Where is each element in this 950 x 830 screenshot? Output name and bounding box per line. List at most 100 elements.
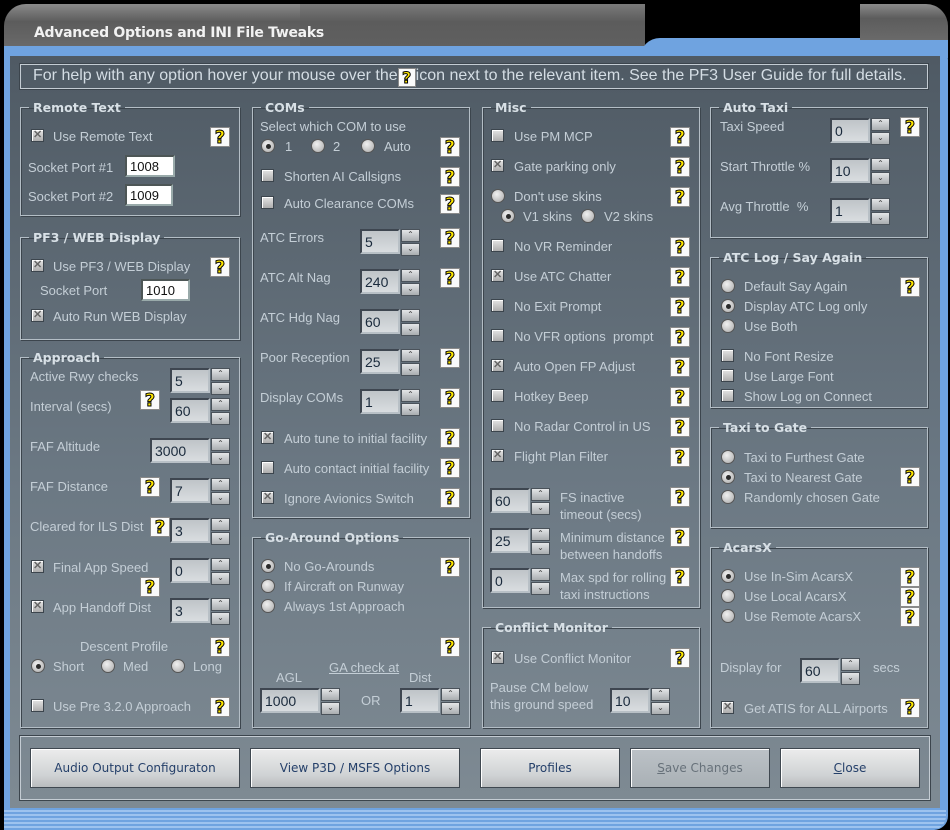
no-go-arounds-radio[interactable]: [261, 559, 275, 573]
hotkey-beep-checkbox[interactable]: [491, 389, 504, 402]
dist-spinner[interactable]: 1: [400, 688, 440, 713]
dont-use-skins-radio[interactable]: [491, 189, 505, 203]
app-handoff-down-button[interactable]: ⌄: [211, 612, 230, 625]
audio-output-button[interactable]: Audio Output Configuraton: [30, 748, 240, 788]
use-web-display-checkbox[interactable]: [31, 258, 44, 272]
faf-distance-down-button[interactable]: ⌄: [211, 492, 230, 505]
descent-med-radio[interactable]: [101, 659, 115, 673]
agl-up-button[interactable]: ⌃: [321, 688, 340, 701]
v2-skins-radio[interactable]: [581, 209, 595, 223]
help-icon-auto-open-fp[interactable]: ?: [670, 357, 690, 378]
help-icon-com-select[interactable]: ?: [440, 137, 460, 158]
min-distance-up-button[interactable]: ⌃: [531, 528, 550, 541]
use-both-radio[interactable]: [721, 319, 735, 333]
dist-down-button[interactable]: ⌄: [441, 702, 460, 715]
use-remote-text-checkbox[interactable]: [31, 128, 44, 142]
atc-alt-nag-up-button[interactable]: ⌃: [401, 269, 420, 282]
help-icon-auto-clearance[interactable]: ?: [440, 194, 460, 215]
help-icon-cleared-ils[interactable]: ?: [150, 517, 170, 538]
help-icon-pre-320[interactable]: ?: [210, 697, 230, 718]
display-for-spinner[interactable]: 60: [800, 658, 840, 683]
interval-down-button[interactable]: ⌄: [211, 412, 230, 425]
help-icon-atc-errors[interactable]: ?: [440, 228, 460, 249]
profiles-button[interactable]: Profiles: [480, 748, 620, 788]
socket-port-1-input[interactable]: 1008: [125, 155, 175, 177]
avg-throttle-spinner[interactable]: 1: [830, 198, 870, 223]
help-icon-no-exit[interactable]: ?: [670, 297, 690, 318]
final-app-speed-spinner[interactable]: 0: [170, 558, 210, 583]
pre-320-checkbox[interactable]: [31, 699, 44, 712]
descent-long-radio[interactable]: [171, 659, 185, 673]
auto-clearance-checkbox[interactable]: [261, 196, 274, 209]
help-icon-get-atis[interactable]: ?: [900, 698, 920, 719]
help-icon-ignore-avionics[interactable]: ?: [440, 488, 460, 509]
help-icon-no-vfr[interactable]: ?: [670, 327, 690, 348]
final-app-speed-checkbox[interactable]: [31, 559, 44, 573]
agl-spinner[interactable]: 1000: [260, 688, 320, 713]
socket-port-2-input[interactable]: 1009: [125, 184, 173, 206]
agl-down-button[interactable]: ⌄: [321, 702, 340, 715]
help-icon-auto-contact[interactable]: ?: [440, 458, 460, 479]
close-button[interactable]: Close: [780, 748, 920, 788]
nearest-gate-radio[interactable]: [721, 470, 735, 484]
help-icon-ga-check[interactable]: ?: [440, 637, 460, 658]
help-icon-taxi-gate[interactable]: ?: [900, 467, 920, 488]
gate-parking-checkbox[interactable]: [491, 158, 504, 172]
poor-reception-down-button[interactable]: ⌄: [401, 363, 420, 376]
atc-alt-nag-down-button[interactable]: ⌄: [401, 283, 420, 296]
atc-hdg-nag-up-button[interactable]: ⌃: [401, 309, 420, 322]
start-throttle-up-button[interactable]: ⌃: [871, 158, 890, 171]
pause-cm-spinner[interactable]: 10: [610, 688, 650, 713]
aircraft-on-runway-radio[interactable]: [261, 579, 275, 593]
use-conflict-monitor-checkbox[interactable]: [491, 650, 504, 664]
use-pm-mcp-checkbox[interactable]: [491, 129, 504, 142]
active-rwy-checks-spinner[interactable]: 5: [170, 368, 210, 393]
display-for-down-button[interactable]: ⌄: [841, 672, 860, 685]
help-icon-gate-parking[interactable]: ?: [670, 157, 690, 178]
help-icon-hotkey-beep[interactable]: ?: [670, 387, 690, 408]
pause-cm-up-button[interactable]: ⌃: [651, 688, 670, 701]
default-say-again-radio[interactable]: [721, 279, 735, 293]
app-handoff-up-button[interactable]: ⌃: [211, 598, 230, 611]
display-coms-up-button[interactable]: ⌃: [401, 389, 420, 402]
display-atc-log-radio[interactable]: [721, 299, 735, 313]
taxi-speed-up-button[interactable]: ⌃: [871, 118, 890, 131]
start-throttle-spinner[interactable]: 10: [830, 158, 870, 183]
cleared-ils-spinner[interactable]: 3: [170, 518, 210, 543]
help-icon-faf-distance[interactable]: ?: [140, 477, 160, 498]
faf-distance-up-button[interactable]: ⌃: [211, 478, 230, 491]
large-font-checkbox[interactable]: [721, 369, 734, 382]
remote-acarsx-radio[interactable]: [721, 609, 735, 623]
avg-throttle-up-button[interactable]: ⌃: [871, 198, 890, 211]
atc-hdg-nag-down-button[interactable]: ⌄: [401, 323, 420, 336]
display-coms-spinner[interactable]: 1: [360, 389, 400, 414]
fs-inactive-down-button[interactable]: ⌄: [531, 502, 550, 515]
furthest-gate-radio[interactable]: [721, 450, 735, 464]
fs-inactive-spinner[interactable]: 60: [490, 488, 530, 513]
taxi-speed-down-button[interactable]: ⌄: [871, 132, 890, 145]
help-icon-pm-mcp[interactable]: ?: [670, 127, 690, 148]
active-rwy-up-button[interactable]: ⌃: [211, 368, 230, 381]
app-handoff-spinner[interactable]: 3: [170, 598, 210, 623]
help-icon-display-coms[interactable]: ?: [440, 388, 460, 409]
no-vr-reminder-checkbox[interactable]: [491, 239, 504, 252]
help-icon-fp-filter[interactable]: ?: [670, 447, 690, 468]
in-sim-acarsx-radio[interactable]: [721, 569, 735, 583]
help-icon-atc-log[interactable]: ?: [900, 277, 920, 298]
app-handoff-checkbox[interactable]: [31, 599, 44, 613]
interval-up-button[interactable]: ⌃: [211, 398, 230, 411]
no-vfr-options-checkbox[interactable]: [491, 329, 504, 342]
max-spd-spinner[interactable]: 0: [490, 568, 530, 593]
com-auto-radio[interactable]: [361, 139, 375, 153]
display-for-up-button[interactable]: ⌃: [841, 658, 860, 671]
com-1-radio[interactable]: [261, 139, 275, 153]
help-icon-final-app-speed[interactable]: ?: [140, 577, 160, 598]
help-icon-conflict-monitor[interactable]: ?: [670, 648, 690, 669]
help-icon-remote-acarsx[interactable]: ?: [900, 607, 920, 628]
cleared-ils-down-button[interactable]: ⌄: [211, 532, 230, 545]
faf-distance-spinner[interactable]: 7: [170, 478, 210, 503]
atc-errors-down-button[interactable]: ⌄: [401, 243, 420, 256]
no-radar-control-checkbox[interactable]: [491, 419, 504, 432]
help-icon-no-radar[interactable]: ?: [670, 417, 690, 438]
atc-hdg-nag-spinner[interactable]: 60: [360, 309, 400, 334]
